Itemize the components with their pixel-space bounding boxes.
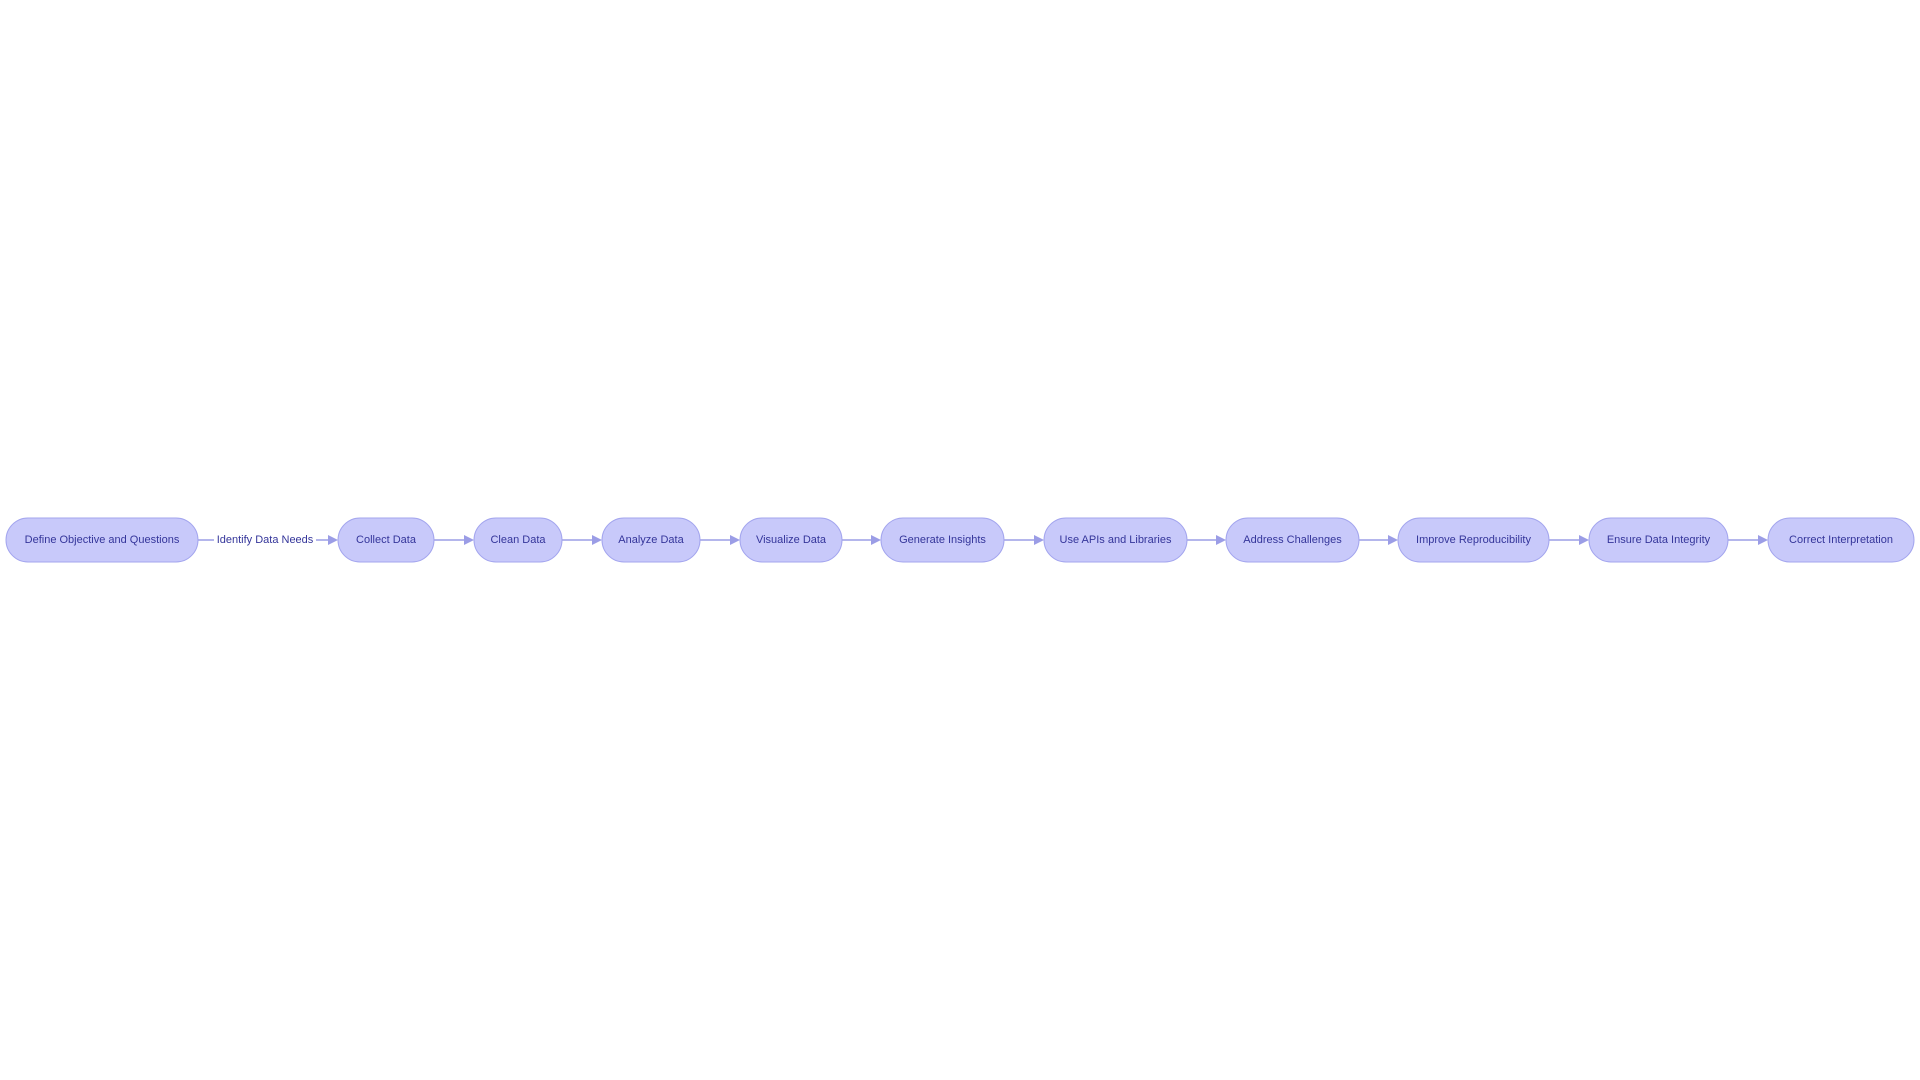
node-use-apis-and-libraries[interactable]: Use APIs and Libraries <box>1043 517 1188 563</box>
arrowhead-icon <box>730 535 740 545</box>
flowchart-diagram: Identify Data Needs Define Objective and… <box>5 517 1915 563</box>
node-analyze-data[interactable]: Analyze Data <box>601 517 701 563</box>
node-ensure-data-integrity[interactable]: Ensure Data Integrity <box>1588 517 1729 563</box>
node-collect-data[interactable]: Collect Data <box>337 517 435 563</box>
edge <box>1728 535 1768 545</box>
node-label: Collect Data <box>356 534 417 546</box>
edge <box>1004 535 1044 545</box>
edge <box>842 535 881 545</box>
edge: Identify Data Needs <box>198 532 338 548</box>
edge <box>1359 535 1398 545</box>
arrowhead-icon <box>1579 535 1589 545</box>
arrowhead-icon <box>328 535 338 545</box>
arrowhead-icon <box>1034 535 1044 545</box>
edge <box>1549 535 1589 545</box>
node-label: Improve Reproducibility <box>1416 534 1531 546</box>
edge <box>1187 535 1226 545</box>
node-label: Use APIs and Libraries <box>1060 534 1172 546</box>
arrowhead-icon <box>1388 535 1398 545</box>
node-label: Visualize Data <box>756 534 827 546</box>
node-clean-data[interactable]: Clean Data <box>473 517 563 563</box>
arrowhead-icon <box>1758 535 1768 545</box>
node-label: Generate Insights <box>899 534 986 546</box>
node-visualize-data[interactable]: Visualize Data <box>739 517 843 563</box>
edge <box>562 535 602 545</box>
node-label: Analyze Data <box>618 534 684 546</box>
edge <box>700 535 740 545</box>
edge-label: Identify Data Needs <box>217 534 314 546</box>
arrowhead-icon <box>871 535 881 545</box>
node-address-challenges[interactable]: Address Challenges <box>1225 517 1360 563</box>
arrowhead-icon <box>464 535 474 545</box>
node-label: Clean Data <box>490 534 546 546</box>
node-generate-insights[interactable]: Generate Insights <box>880 517 1005 563</box>
node-label: Ensure Data Integrity <box>1607 534 1711 546</box>
arrowhead-icon <box>1216 535 1226 545</box>
node-correct-interpretation[interactable]: Correct Interpretation <box>1767 517 1915 563</box>
node-label: Address Challenges <box>1243 534 1342 546</box>
node-improve-reproducibility[interactable]: Improve Reproducibility <box>1397 517 1550 563</box>
node-label: Define Objective and Questions <box>25 534 180 546</box>
edge <box>434 535 474 545</box>
node-label: Correct Interpretation <box>1789 534 1893 546</box>
node-define-objective-and-questions[interactable]: Define Objective and Questions <box>5 517 199 563</box>
arrowhead-icon <box>592 535 602 545</box>
